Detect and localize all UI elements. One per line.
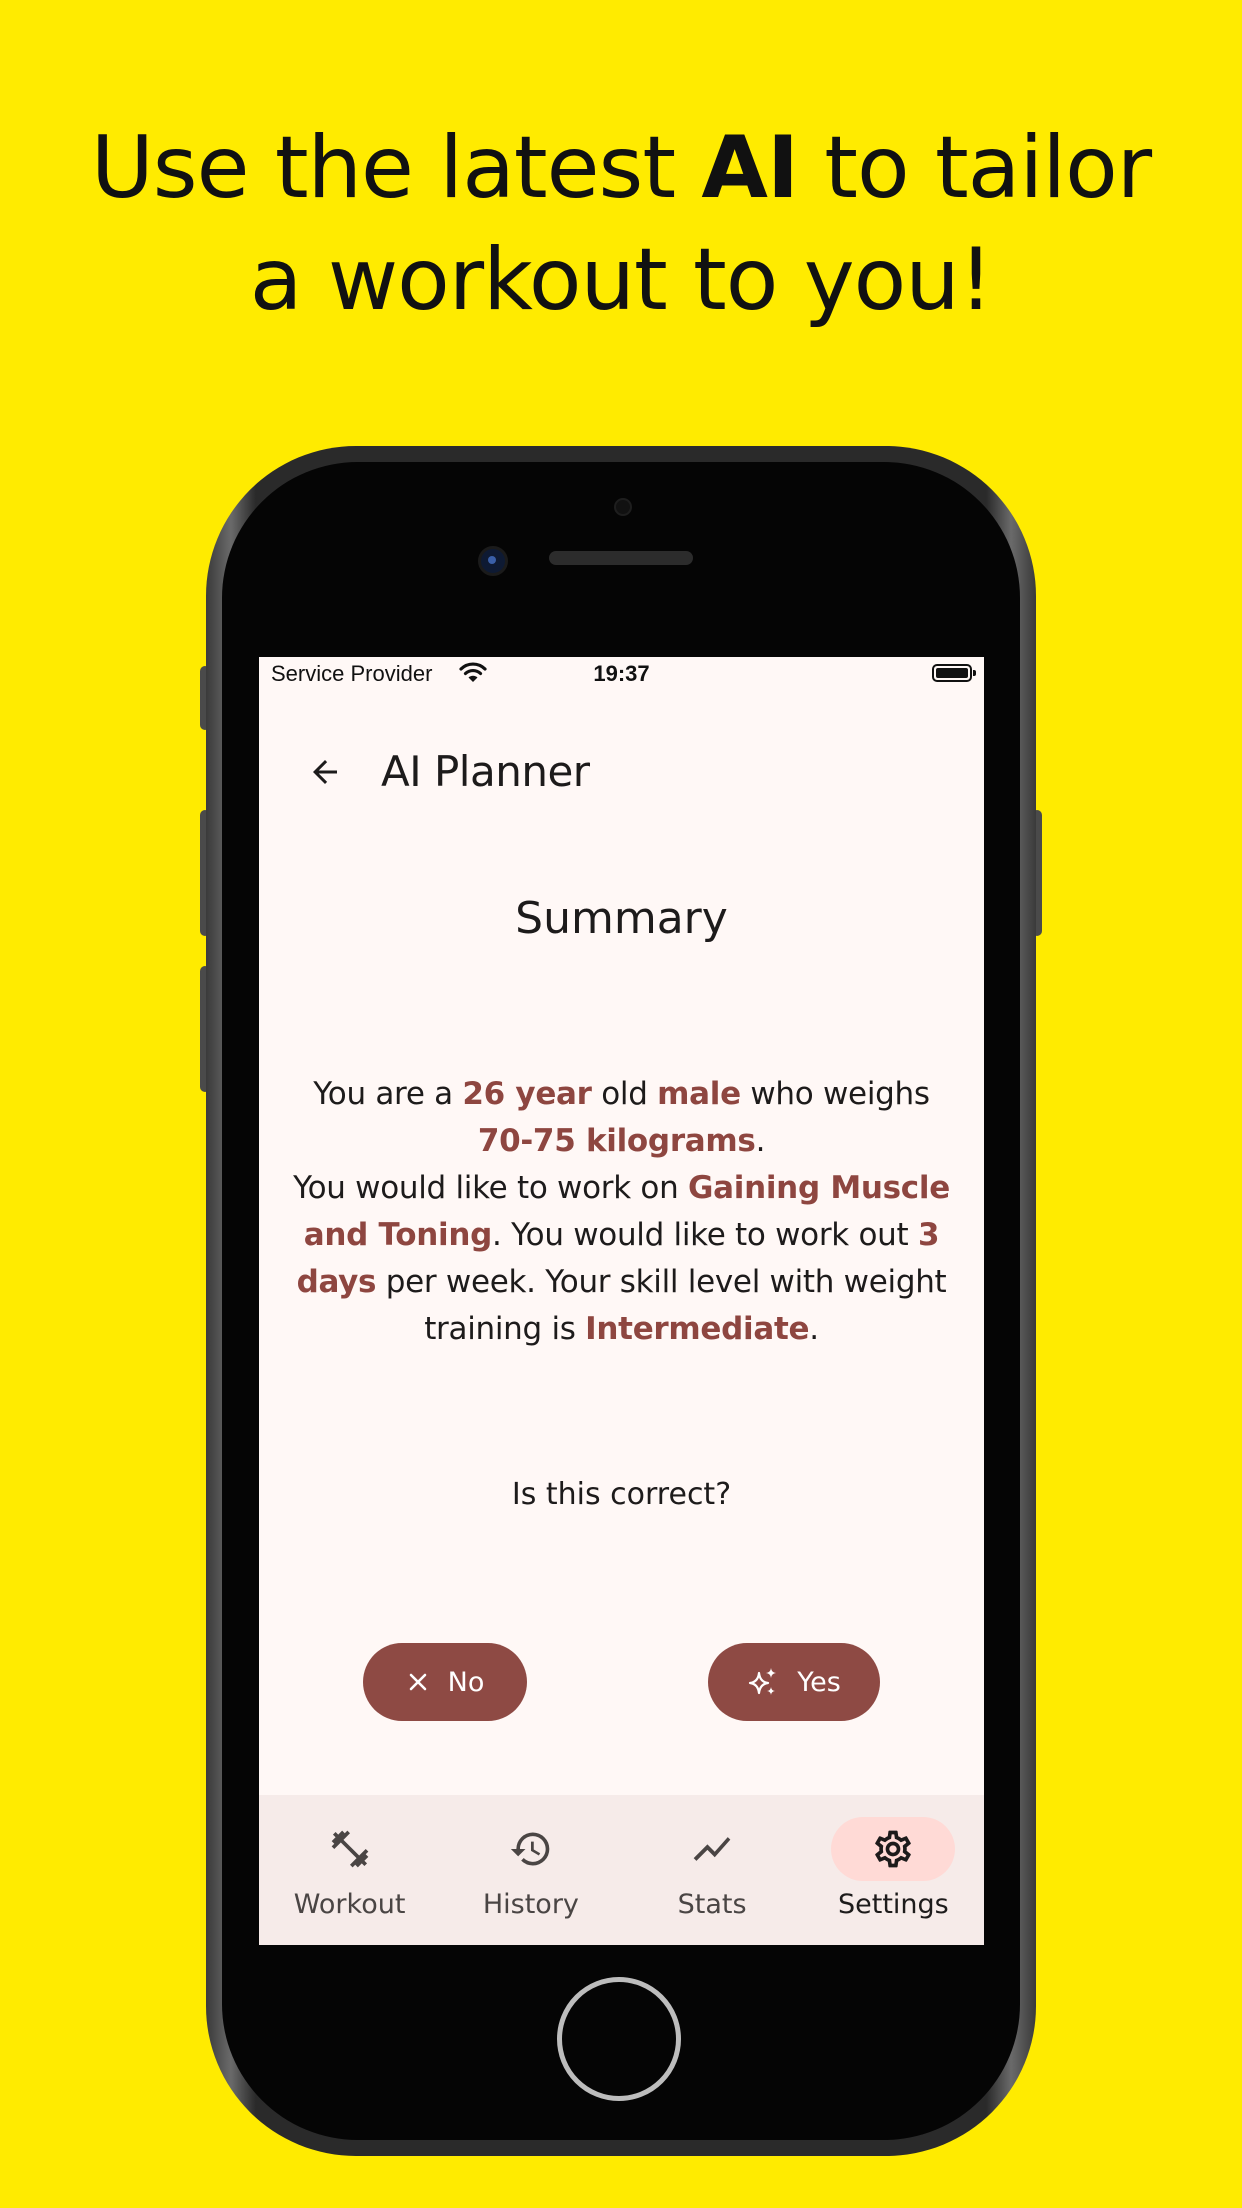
status-time: 19:37 bbox=[593, 661, 650, 686]
yes-button[interactable]: Yes bbox=[708, 1643, 880, 1721]
nav-active-indicator bbox=[831, 1817, 956, 1881]
nav-item-stats[interactable]: Stats bbox=[622, 1795, 803, 1945]
gear-icon bbox=[875, 1830, 912, 1868]
status-bar: Service Provider 19:37 bbox=[259, 657, 984, 693]
level-value: Intermediate bbox=[585, 1311, 810, 1347]
headline: Use the latest AI to tailor a workout to… bbox=[0, 112, 1242, 336]
headline-ai-word: AI bbox=[701, 118, 799, 218]
dumbbell-icon bbox=[331, 1830, 368, 1868]
app-title: AI Planner bbox=[381, 747, 590, 796]
nav-item-history[interactable]: History bbox=[440, 1795, 621, 1945]
app-screen: Service Provider 19:37 AI Planner Summar… bbox=[259, 657, 984, 1945]
nav-icon-container bbox=[288, 1817, 412, 1881]
close-icon bbox=[409, 1673, 426, 1691]
history-icon bbox=[510, 1832, 550, 1866]
weight-value: 70-75 kilograms bbox=[477, 1123, 756, 1159]
app-bar: AI Planner bbox=[259, 727, 984, 817]
sparkles-icon bbox=[749, 1668, 777, 1695]
battery-icon bbox=[932, 664, 976, 682]
nav-icon-container bbox=[469, 1817, 593, 1881]
front-camera bbox=[478, 546, 508, 576]
summary-title: Summary bbox=[515, 893, 728, 944]
no-button-label: No bbox=[447, 1666, 485, 1698]
headline-line-2: a workout to you! bbox=[249, 230, 993, 330]
summary-text: You are a 26 year old male who weighs 70… bbox=[293, 1076, 950, 1347]
nav-label-settings: Settings bbox=[838, 1889, 949, 1920]
nav-label-workout: Workout bbox=[293, 1889, 406, 1920]
bottom-navigation: Workout History Stats Settings bbox=[259, 1795, 984, 1945]
arrow-back-icon[interactable] bbox=[307, 754, 343, 790]
proximity-sensor bbox=[614, 498, 632, 516]
nav-item-workout[interactable]: Workout bbox=[259, 1795, 440, 1945]
nav-label-history: History bbox=[482, 1889, 579, 1920]
home-button[interactable] bbox=[557, 1977, 681, 2101]
age-value: 26 year bbox=[462, 1076, 592, 1112]
nav-icon-container bbox=[650, 1817, 774, 1881]
yes-button-label: Yes bbox=[797, 1666, 841, 1698]
trending-icon bbox=[693, 1837, 731, 1861]
no-button[interactable]: No bbox=[363, 1643, 527, 1721]
nav-item-settings[interactable]: Settings bbox=[803, 1795, 984, 1945]
confirm-question: Is this correct? bbox=[511, 1477, 732, 1512]
nav-label-stats: Stats bbox=[677, 1889, 747, 1920]
earpiece-speaker bbox=[549, 551, 693, 565]
gender-value: male bbox=[657, 1076, 741, 1112]
headline-line-1: Use the latest AI to tailor bbox=[90, 118, 1152, 218]
